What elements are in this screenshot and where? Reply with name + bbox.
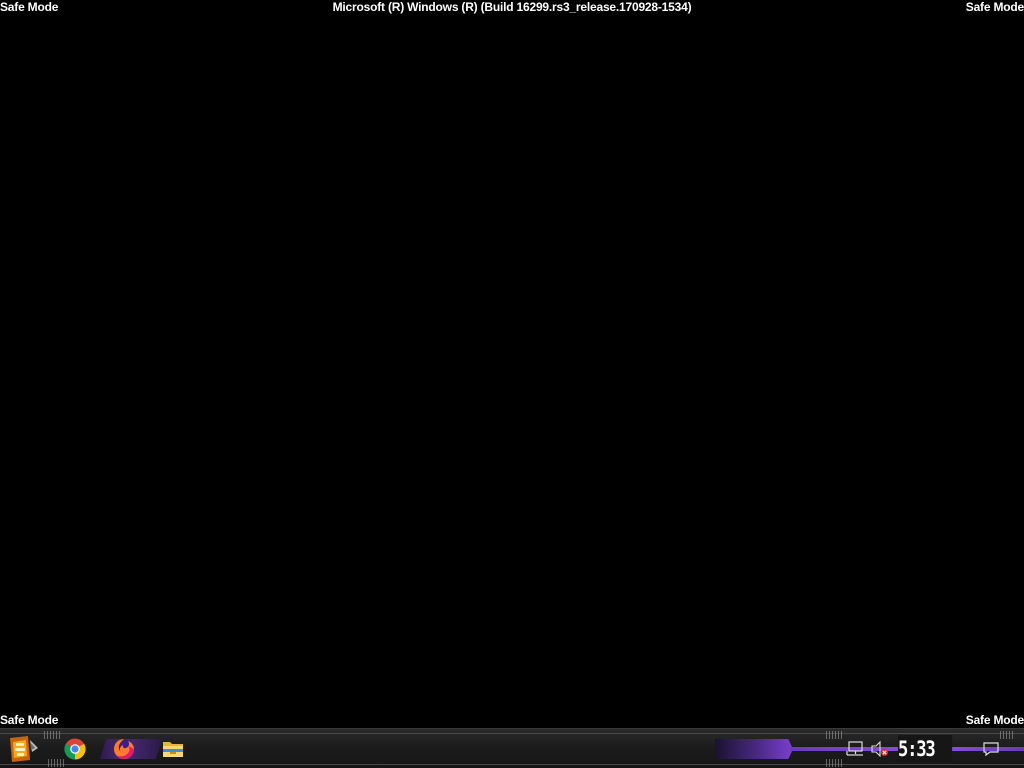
taskbar-clock[interactable]: 5:33 PM xyxy=(898,735,953,768)
tray-action-center[interactable] xyxy=(982,740,1000,758)
chrome-icon xyxy=(64,738,86,760)
windows-build-label: Microsoft (R) Windows (R) (Build 16299.r… xyxy=(332,0,692,14)
taskbar-app-chrome[interactable] xyxy=(63,737,87,761)
tray-network[interactable] xyxy=(846,740,864,758)
taskbar-hatch-decoration xyxy=(48,759,64,767)
taskbar: 5:33 PM xyxy=(0,728,1024,768)
taskbar-app-firefox[interactable] xyxy=(112,737,136,761)
volume-muted-icon xyxy=(871,741,888,757)
taskbar-app-file-explorer[interactable] xyxy=(161,737,185,761)
taskbar-hatch-decoration xyxy=(826,731,842,739)
taskbar-decoration-line xyxy=(0,764,1024,765)
taskbar-hatch-decoration xyxy=(44,731,60,739)
taskbar-hatch-decoration xyxy=(1000,731,1014,739)
taskbar-accent-band xyxy=(715,739,793,759)
safe-mode-label-bottom-right: Safe Mode xyxy=(965,713,1024,727)
tray-volume[interactable] xyxy=(871,740,889,758)
start-button[interactable] xyxy=(8,734,38,764)
taskbar-decoration-line xyxy=(0,733,1024,734)
taskbar-hatch-decoration xyxy=(826,759,842,767)
network-icon xyxy=(846,741,863,756)
desktop: Safe Mode Microsoft (R) Windows (R) (Bui… xyxy=(0,0,1024,768)
safe-mode-label-bottom-left: Safe Mode xyxy=(0,713,59,727)
start-logo-icon xyxy=(10,736,38,762)
firefox-icon xyxy=(114,739,134,759)
action-center-icon xyxy=(983,742,999,757)
folder-icon xyxy=(163,742,183,757)
safe-mode-label-top-right: Safe Mode xyxy=(965,0,1024,14)
